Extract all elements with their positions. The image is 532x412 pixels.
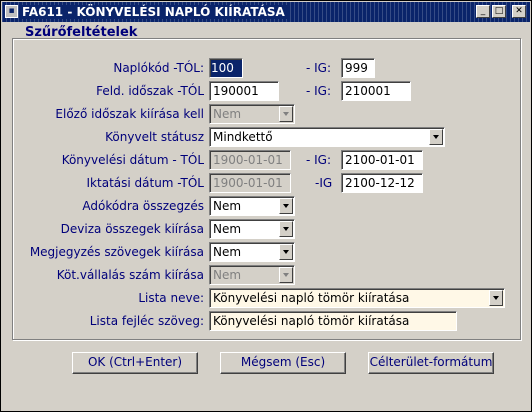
chevron-down-icon bbox=[279, 267, 293, 283]
deviza-label: Deviza összegek kiírása bbox=[60, 222, 204, 236]
konyvelt-statusz-value: Mindkettő bbox=[213, 130, 273, 144]
chevron-down-icon[interactable] bbox=[429, 129, 443, 145]
kotvallalas-label: Köt.vállalás szám kiírása bbox=[56, 268, 204, 282]
iktatasi-datum-to-label: -IG bbox=[315, 176, 333, 190]
chevron-down-icon[interactable] bbox=[279, 221, 293, 237]
chevron-down-icon[interactable] bbox=[279, 244, 293, 260]
feld-idoszak-to-label: - IG: bbox=[306, 84, 332, 98]
chevron-down-icon bbox=[279, 106, 293, 122]
deviza-select[interactable]: Nem bbox=[209, 219, 295, 239]
maximize-icon[interactable]: □ bbox=[492, 5, 506, 18]
cancel-button[interactable]: Mégsem (Esc) bbox=[220, 352, 346, 374]
naplokod-from-input[interactable]: 100 bbox=[209, 58, 243, 78]
konyvelt-statusz-label: Könyvelt státusz bbox=[105, 130, 204, 144]
title-bar[interactable]: ▪ FA611 - KÖNYVELÉSI NAPLÓ KIÍRATÁSA _ □… bbox=[2, 2, 530, 22]
naplokod-label: Naplókód -TÓL: bbox=[113, 61, 204, 75]
adokodra-select[interactable]: Nem bbox=[209, 196, 295, 216]
target-format-button[interactable]: Célterület-formátum bbox=[368, 352, 494, 374]
feld-idoszak-from-input[interactable]: 190001 bbox=[209, 81, 279, 101]
elozo-idoszak-value: Nem bbox=[213, 107, 242, 121]
konyvelesi-datum-to-input[interactable]: 2100-01-01 bbox=[341, 150, 423, 170]
elozo-idoszak-select: Nem bbox=[209, 104, 295, 124]
feld-idoszak-label: Feld. időszak -TÓL bbox=[96, 84, 204, 98]
megjegyzes-value: Nem bbox=[213, 245, 242, 259]
megjegyzes-select[interactable]: Nem bbox=[209, 242, 295, 262]
konyvelesi-datum-label: Könyvelési dátum - TÓL bbox=[61, 153, 204, 167]
elozo-idoszak-label: Előző időszak kiírása kell bbox=[55, 107, 204, 121]
lista-neve-select[interactable]: Könyvelési napló tömör kiíratása bbox=[209, 288, 505, 308]
deviza-value: Nem bbox=[213, 222, 242, 236]
iktatasi-datum-from-input: 1900-01-01 bbox=[209, 173, 291, 193]
konyvelesi-datum-to-label: - IG: bbox=[306, 153, 332, 167]
dialog-window: ▪ FA611 - KÖNYVELÉSI NAPLÓ KIÍRATÁSA _ □… bbox=[0, 0, 532, 412]
lista-neve-label: Lista neve: bbox=[138, 291, 204, 305]
kotvallalas-value: Nem bbox=[213, 268, 242, 282]
chevron-down-icon[interactable] bbox=[489, 290, 503, 306]
naplokod-to-label: - IG: bbox=[306, 61, 332, 75]
iktatasi-datum-to-input[interactable]: 2100-12-12 bbox=[341, 173, 423, 193]
window-title: FA611 - KÖNYVELÉSI NAPLÓ KIÍRATÁSA bbox=[22, 5, 289, 19]
chevron-down-icon[interactable] bbox=[279, 198, 293, 214]
kotvallalas-select: Nem bbox=[209, 265, 295, 285]
group-title: Szűrőfeltételek bbox=[25, 25, 138, 40]
iktatasi-datum-label: Iktatási dátum -TÓL bbox=[86, 176, 204, 190]
adokodra-label: Adókódra összegzés bbox=[82, 199, 204, 213]
ok-button[interactable]: OK (Ctrl+Enter) bbox=[72, 352, 198, 374]
megjegyzes-label: Megjegyzés szövegek kiírása bbox=[29, 245, 204, 259]
minimize-icon[interactable]: _ bbox=[476, 5, 490, 18]
feld-idoszak-to-input[interactable]: 210001 bbox=[341, 81, 411, 101]
lista-fejlec-input[interactable]: Könyvelési napló tömör kiíratása bbox=[209, 311, 457, 331]
lista-fejlec-label: Lista fejléc szöveg: bbox=[89, 314, 204, 328]
konyvelt-statusz-select[interactable]: Mindkettő bbox=[209, 127, 445, 147]
close-icon[interactable]: ✕ bbox=[512, 5, 526, 18]
konyvelesi-datum-from-input: 1900-01-01 bbox=[209, 150, 291, 170]
adokodra-value: Nem bbox=[213, 199, 242, 213]
naplokod-to-input[interactable]: 999 bbox=[341, 58, 375, 78]
form-icon: ▪ bbox=[5, 5, 18, 18]
lista-neve-value: Könyvelési napló tömör kiíratása bbox=[213, 291, 410, 305]
